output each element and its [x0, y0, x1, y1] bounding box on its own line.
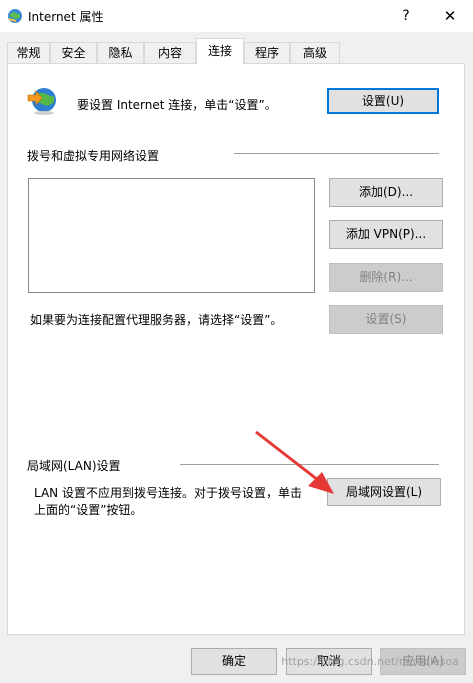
tab-content[interactable]: 内容 — [144, 42, 196, 63]
lan-settings-button[interactable]: 局域网设置(L) — [327, 478, 441, 506]
tab-advanced[interactable]: 高级 — [290, 42, 340, 63]
network-globe-icon — [27, 88, 56, 115]
dialup-group-divider — [234, 153, 439, 154]
dialup-settings-button[interactable]: 设置(S) — [329, 305, 443, 334]
tab-privacy[interactable]: 隐私 — [97, 42, 144, 63]
add-vpn-button[interactable]: 添加 VPN(P)... — [329, 220, 443, 249]
setup-instruction: 要设置 Internet 连接，单击“设置”。 — [77, 98, 277, 112]
watermark-text: https://blog.csdn.net/miraclesoa — [281, 655, 459, 668]
close-button[interactable]: ✕ — [438, 4, 462, 28]
tab-programs[interactable]: 程序 — [244, 42, 290, 63]
tab-security[interactable]: 安全 — [50, 42, 97, 63]
proxy-instruction: 如果要为连接配置代理服务器，请选择“设置”。 — [30, 313, 283, 327]
remove-button[interactable]: 删除(R)... — [329, 263, 443, 292]
lan-instruction-line2: 上面的“设置”按钮。 — [34, 503, 143, 517]
dialup-group-label: 拨号和虚拟专用网络设置 — [27, 149, 160, 163]
tab-connections[interactable]: 连接 — [196, 38, 244, 64]
internet-options-globe-icon — [8, 9, 22, 23]
lan-group-label: 局域网(LAN)设置 — [27, 459, 121, 473]
setup-button[interactable]: 设置(U) — [327, 88, 439, 114]
annotation-arrow-icon — [255, 430, 334, 494]
ok-button[interactable]: 确定 — [191, 648, 277, 675]
window-title: Internet 属性 — [28, 10, 104, 24]
tab-general[interactable]: 常规 — [7, 42, 50, 63]
connections-list[interactable] — [28, 178, 315, 293]
help-button[interactable]: ? — [396, 6, 416, 26]
add-button[interactable]: 添加(D)... — [329, 178, 443, 207]
